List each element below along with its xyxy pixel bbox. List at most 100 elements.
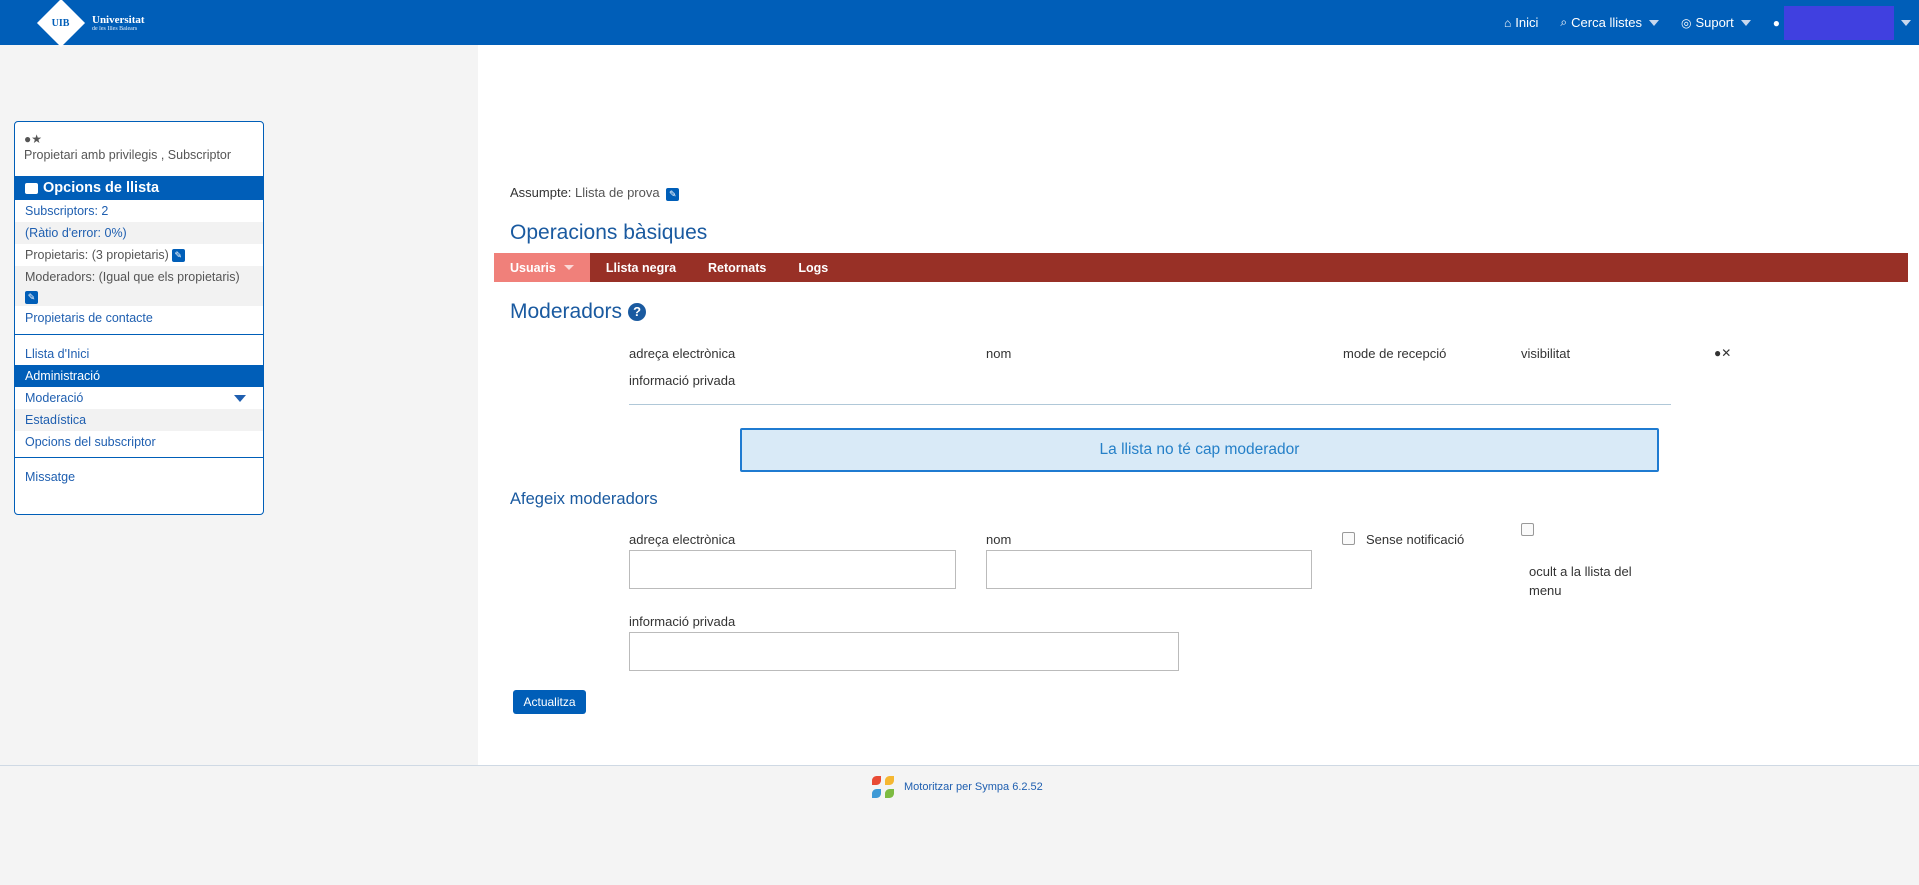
list-options-sidebar: ●★ Propietari amb privilegis , Subscript… [14,121,264,515]
tab-users-label: Usuaris [510,260,556,275]
sidebar-item-label: Opcions del subscriptor [25,435,156,449]
private-info-field[interactable] [629,632,1179,671]
chevron-down-icon [234,394,246,402]
no-notification-checkbox[interactable] [1342,532,1355,545]
sidebar-item-administration[interactable]: Administració [15,365,263,387]
edit-subject-icon[interactable]: ✎ [666,188,680,201]
sidebar-item-label: Missatge [25,470,76,484]
tab-bounces-label: Retornats [708,260,767,275]
table-divider [629,404,1671,405]
col-email-header: adreça electrònica [629,346,736,361]
sidebar-item-moderation[interactable]: Moderació [15,387,263,409]
edit-owners-icon[interactable]: ✎ [171,248,185,262]
sidebar-item-subscriber-options[interactable]: Opcions del subscriptor [15,431,263,453]
search-icon: ⌕ [1560,15,1568,29]
uib-logo[interactable]: UIB Universitat de les Illes Balears [36,0,145,48]
edit-moderators-icon[interactable]: ✎ [25,290,38,304]
footer: Motoritzar per Sympa 6.2.52 [872,776,1043,798]
owners-info: Propietaris: (3 propietaris) ✎ [15,244,263,266]
user-role: Propietari amb privilegis , Subscriptor [24,148,232,162]
tab-users[interactable]: Usuaris [494,253,590,282]
remove-user-icon[interactable]: ●✕ [1714,346,1731,360]
add-moderators-title: Afegeix moderadors [510,490,658,508]
uib-logo-mark: UIB [36,0,86,48]
list-options-heading: Opcions de llista [15,176,263,200]
hidden-checkbox[interactable] [1521,523,1534,536]
top-nav: ⌂ Inici ⌕ Cerca llistes ◎ Suport ● [1504,0,1919,45]
no-moderators-alert: La llista no té cap moderador [740,428,1659,472]
top-navbar: UIB Universitat de les Illes Balears ⌂ I… [0,0,1919,48]
footer-divider [0,765,1919,766]
sidebar-item-label: Moderació [25,391,84,405]
email-label: adreça electrònica [629,532,736,547]
tab-blacklist[interactable]: Llista negra [590,253,692,282]
contact-owners-text: Propietaris de contacte [25,311,153,325]
sympa-logo-icon [872,776,894,798]
sidebar-item-label: Llista d'Inici [25,347,90,361]
help-icon[interactable]: ? [628,303,647,321]
col-name-header: nom [986,346,1012,361]
owner-privileges-icon: ●★ [24,132,43,146]
nav-support-label: Suport [1695,15,1734,30]
private-info-label: informació privada [629,614,736,629]
subject-label: Assumpte: [510,185,572,200]
sidebar-item-label: Administració [25,369,101,383]
col-visibility-header: visibilitat [1521,346,1571,361]
chevron-down-icon [563,265,574,270]
error-rate-text: (Ràtio d'error: 0%) [25,226,127,240]
moderators-title: Moderadors [510,300,623,323]
chevron-down-icon [1901,19,1911,26]
owners-text: Propietaris: (3 propietaris) [25,248,169,262]
operations-title: Operacions bàsiques [510,221,708,244]
user-name-redacted [1784,5,1894,40]
user-icon: ● [1772,15,1780,30]
home-icon: ⌂ [1504,15,1512,30]
col-reception-header: mode de recepció [1343,346,1447,361]
logo-line2: de les Illes Balears [92,25,138,32]
nav-search-lists[interactable]: ⌕ Cerca llistes [1560,15,1659,30]
nav-home[interactable]: ⌂ Inici [1504,15,1538,30]
sidebar-user-info: ●★ Propietari amb privilegis , Subscript… [15,122,263,176]
no-notification-label: Sense notificació [1366,532,1465,547]
moderators-info: Moderadors: (Igual que els propietaris) [15,266,263,288]
sidebar-item-statistics[interactable]: Estadística [15,409,263,431]
envelope-icon [25,182,38,194]
admin-tab-bar: Usuaris Llista negra Retornats Logs [494,253,1908,282]
tab-logs-label: Logs [798,260,829,275]
tab-logs[interactable]: Logs [782,253,844,282]
nav-user[interactable]: ● [1772,5,1911,40]
name-label: nom [986,532,1012,547]
sidebar-item-list-home[interactable]: Llista d'Inici [15,343,263,365]
chevron-down-icon [1648,19,1659,26]
logo-mark-text: UIB [52,17,70,29]
email-field[interactable] [629,550,956,589]
sidebar-item-message[interactable]: Missatge [15,466,263,488]
nav-search-label: Cerca llistes [1571,15,1642,30]
tab-blacklist-label: Llista negra [605,260,677,275]
sidebar-item-label: Estadística [25,413,87,427]
subscribers-text: Subscriptors: 2 [25,204,109,218]
chevron-down-icon [1740,19,1751,26]
name-field[interactable] [986,550,1312,589]
subject-value: Llista de prova [575,185,660,200]
powered-by-link[interactable]: Motoritzar per Sympa 6.2.52 [904,781,1043,793]
logo-line1: Universitat [92,13,145,26]
list-subject-row: Assumpte: Llista de prova ✎ [510,185,680,201]
moderators-heading: Moderadors ? [510,300,647,324]
nav-support[interactable]: ◎ Suport [1681,15,1751,30]
col-private-info-header: informació privada [629,373,736,388]
hidden-label: ocult a la llista del menu [1529,564,1632,598]
nav-home-label: Inici [1515,15,1539,30]
subscribers-link[interactable]: Subscriptors: 2 [15,200,263,222]
list-options-title: Opcions de llista [43,180,160,196]
contact-owners-link[interactable]: Propietaris de contacte [15,306,263,330]
globe-icon: ◎ [1680,15,1692,30]
error-rate-link[interactable]: (Ràtio d'error: 0%) [15,222,263,244]
moderators-text: Moderadors: (Igual que els propietaris) [25,270,240,284]
tab-bounces[interactable]: Retornats [692,253,782,282]
moderators-edit-row: ✎ [15,288,263,306]
update-button[interactable]: Actualitza [513,690,586,714]
logo-text: Universitat de les Illes Balears [92,13,145,32]
